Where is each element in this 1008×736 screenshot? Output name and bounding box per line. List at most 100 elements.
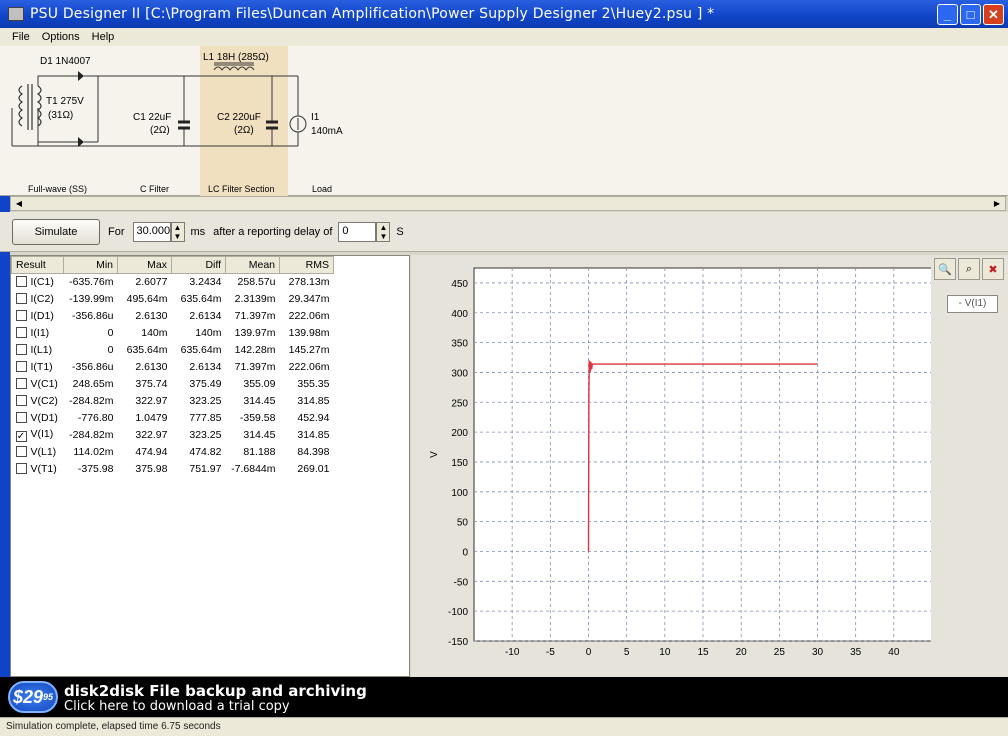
result-checkbox[interactable] <box>15 412 27 423</box>
simulate-button[interactable]: Simulate <box>12 218 100 245</box>
x-tick-label: 0 <box>586 647 592 658</box>
table-row[interactable]: I(C1) -635.76m 2.6077 3.2434 258.57u 278.13m <box>12 274 334 291</box>
result-checkbox[interactable] <box>15 276 27 288</box>
table-row[interactable]: ✓ V(I1) -284.82m 322.97 323.25 314.45 314.85 <box>12 427 334 444</box>
result-name: V(T1) <box>12 461 64 478</box>
schematic-scrollbar[interactable]: ◀ ▶ <box>10 196 1006 211</box>
menu-help[interactable]: Help <box>92 31 115 43</box>
result-min: -139.99m <box>69 293 114 305</box>
x-tick-label: 40 <box>888 647 900 658</box>
table-row[interactable]: I(I1) 0 140m 140m 139.97m 139.98m <box>12 325 334 342</box>
table-row[interactable]: V(T1) -375.98 375.98 751.97 -7.6844m 269.01 <box>12 461 334 478</box>
table-row[interactable]: I(D1) -356.86u 2.6130 2.6134 71.397m 222.06m <box>12 308 334 325</box>
table-row[interactable]: I(T1) -356.86u 2.6130 2.6134 71.397m 222.06m <box>12 359 334 376</box>
transformer-resistance: (31Ω) <box>48 110 73 121</box>
spin-down-icon[interactable]: ▼ <box>172 232 184 241</box>
column-header-mean[interactable]: Mean <box>225 256 280 274</box>
zoom-in-button[interactable]: 🔍 <box>934 258 956 280</box>
c1-resistance: (2Ω) <box>150 125 170 136</box>
result-checkbox[interactable]: ✓ <box>15 431 27 442</box>
spin-down-icon[interactable]: ▼ <box>377 232 389 241</box>
y-tick-label: 450 <box>451 279 468 290</box>
table-row[interactable]: I(C2) -139.99m 495.64m 635.64m 2.3139m 29.347… <box>12 291 334 308</box>
inductor-label: L1 18H (285Ω) <box>203 52 269 63</box>
result-label: I(C2) <box>30 293 54 305</box>
delay-spinner[interactable]: ▲ ▼ <box>376 221 391 242</box>
result-checkbox[interactable] <box>15 395 27 406</box>
result-label: I(L1) <box>30 344 53 356</box>
result-min: -776.80 <box>77 412 114 424</box>
zoom-fit-button[interactable]: ⌕ <box>958 258 980 280</box>
column-header-result[interactable]: Result <box>11 256 64 274</box>
table-row[interactable]: I(L1) 0 635.64m 635.64m 142.28m 145.27m <box>12 342 334 359</box>
column-header-min[interactable]: Min <box>63 256 118 274</box>
result-max: 140m <box>141 327 168 339</box>
s-label: S <box>396 225 404 238</box>
scroll-right-icon[interactable]: ▶ <box>991 198 1003 209</box>
result-name: I(T1) <box>12 359 64 376</box>
simulation-toolbar: Simulate For 30.000 ▲ ▼ ms after a report… <box>0 212 1008 252</box>
section-fullwave: Full-wave (SS) <box>28 184 87 194</box>
result-name: I(D1) <box>12 308 64 325</box>
c1-label: C1 22uF <box>133 112 171 123</box>
spin-up-icon[interactable]: ▲ <box>172 223 184 232</box>
scroll-left-icon[interactable]: ◀ <box>13 198 25 209</box>
result-checkbox[interactable] <box>15 293 27 304</box>
result-mean: 81.188 <box>243 446 276 458</box>
result-rms: 29.347m <box>288 293 330 305</box>
app-icon <box>8 7 24 21</box>
result-mean: 355.09 <box>243 378 276 390</box>
menu-options[interactable]: Options <box>42 31 80 43</box>
result-checkbox[interactable] <box>15 344 27 355</box>
table-row[interactable]: V(C1) 248.65m 375.74 375.49 355.09 355.35 <box>12 376 334 393</box>
result-checkbox[interactable] <box>15 446 27 457</box>
current-source-symbol <box>289 115 307 133</box>
result-checkbox[interactable] <box>15 463 27 474</box>
result-min: 0 <box>107 344 114 356</box>
title-bar[interactable]: PSU Designer II [C:\Program Files\Duncan… <box>0 0 1008 28</box>
y-tick-label: 100 <box>451 488 468 499</box>
result-max: 474.94 <box>135 446 168 458</box>
y-tick-label: 0 <box>462 547 468 558</box>
menu-file[interactable]: File <box>12 31 30 43</box>
result-label: V(D1) <box>30 412 58 424</box>
result-checkbox[interactable] <box>15 378 27 389</box>
table-row[interactable]: V(C2) -284.82m 322.97 323.25 314.45 314.85 <box>12 393 334 410</box>
result-label: V(C2) <box>30 395 58 407</box>
result-checkbox[interactable] <box>15 327 27 338</box>
duration-input[interactable]: 30.000 <box>132 221 171 242</box>
result-mean: 314.45 <box>243 395 276 407</box>
minimize-button[interactable]: _ <box>937 4 958 25</box>
x-tick-label: -10 <box>505 647 520 658</box>
result-name: V(C1) <box>12 376 64 393</box>
duration-spinner[interactable]: ▲ ▼ <box>170 221 185 242</box>
zoom-fit-icon: ⌕ <box>965 262 973 275</box>
voltage-chart[interactable]: -10 -5 0 5 10 15 20 25 30 35 40-150-100-5005010015… <box>411 255 931 677</box>
result-rms: 222.06m <box>288 310 330 322</box>
x-tick-label: 10 <box>659 647 671 658</box>
column-header-diff[interactable]: Diff <box>171 256 226 274</box>
result-mean: 314.45 <box>243 429 276 441</box>
result-mean: -359.58 <box>239 412 276 424</box>
result-max: 375.74 <box>135 378 168 390</box>
result-checkbox[interactable] <box>15 310 27 321</box>
ad-download-link[interactable]: Click here to download a trial copy <box>64 699 290 714</box>
result-name: I(C1) <box>12 274 64 291</box>
result-min: -284.82m <box>69 429 114 441</box>
spin-up-icon[interactable]: ▲ <box>377 223 389 232</box>
x-tick-label: 35 <box>850 647 862 658</box>
y-tick-label: 50 <box>457 518 469 529</box>
table-row[interactable]: V(D1) -776.80 1.0479 777.85 -359.58 452.94 <box>12 410 334 427</box>
diode-label: D1 1N4007 <box>40 56 91 67</box>
ad-banner[interactable]: $29 95 disk2disk File backup and archivin… <box>0 677 1008 717</box>
column-header-max[interactable]: Max <box>117 256 172 274</box>
result-checkbox[interactable] <box>15 361 27 372</box>
column-header-rms[interactable]: RMS <box>279 256 334 274</box>
close-button[interactable]: ✕ <box>983 4 1004 25</box>
maximize-button[interactable]: □ <box>960 4 981 25</box>
delay-input[interactable]: 0 <box>338 221 377 242</box>
table-row[interactable]: V(L1) 114.02m 474.94 474.82 81.188 84.398 <box>12 444 334 461</box>
window-title: PSU Designer II [C:\Program Files\Duncan… <box>30 6 715 22</box>
zoom-reset-button[interactable]: ✖ <box>982 258 1004 280</box>
result-label: I(D1) <box>30 310 54 322</box>
